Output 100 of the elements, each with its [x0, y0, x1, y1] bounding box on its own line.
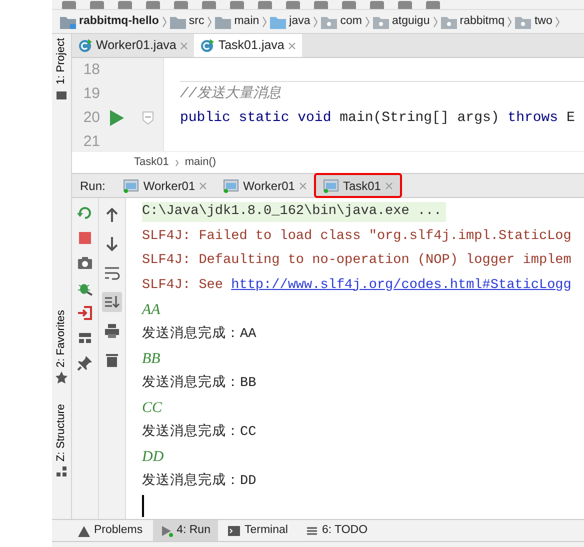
toolbar-icon[interactable] — [398, 1, 412, 9]
console-line: DD — [142, 448, 164, 467]
tool-window-button[interactable]: Z: Structure — [53, 404, 70, 478]
chevron-icon — [207, 16, 212, 28]
chevron-icon — [507, 16, 512, 28]
toolbar-icon[interactable] — [230, 1, 244, 9]
chevron-icon — [162, 16, 167, 28]
pin-icon[interactable] — [77, 355, 93, 371]
folder-icon — [373, 14, 389, 28]
chevron-icon — [313, 16, 318, 28]
console-link[interactable]: http://www.slf4j.org/codes.html#StaticLogg — [231, 278, 572, 293]
run-tab[interactable]: Worker01 — [115, 174, 216, 197]
toolbar-icon[interactable] — [202, 1, 216, 9]
fold-icon[interactable] — [142, 111, 154, 125]
tool-window-tab[interactable]: Problems — [70, 520, 151, 541]
toolbar-icon[interactable] — [370, 1, 384, 9]
soft-wrap-icon[interactable] — [104, 265, 120, 281]
terminal-icon — [228, 524, 240, 536]
console-line: 发送消息完成：BB — [142, 374, 256, 393]
todo-icon — [306, 524, 318, 536]
tool-window-tab[interactable]: 4: Run — [152, 520, 218, 541]
run-tab[interactable]: Worker01 — [215, 174, 315, 197]
line-number: 21 — [82, 132, 100, 151]
toolbar-icon[interactable] — [314, 1, 328, 9]
breadcrumb-item[interactable]: main — [234, 12, 260, 30]
editor-tab[interactable]: Worker01.java — [72, 34, 194, 57]
toolbar-icon[interactable] — [146, 1, 160, 9]
problems-icon — [78, 524, 90, 536]
print-icon[interactable] — [104, 323, 120, 339]
scroll-to-end-icon[interactable] — [104, 294, 120, 310]
toolbar-icon[interactable] — [342, 1, 356, 9]
run-icon[interactable] — [110, 110, 124, 126]
camera-icon[interactable] — [77, 255, 93, 271]
line-number: 19 — [82, 84, 100, 104]
breadcrumb-item[interactable]: Task01 — [134, 154, 169, 171]
console-line: 发送消息完成：DD — [142, 472, 256, 491]
rerun-icon[interactable] — [77, 205, 93, 221]
toolbar-icon[interactable] — [62, 1, 76, 9]
console-line: SLF4J: Failed to load class "org.slf4j.impl.StaticLog — [142, 228, 572, 246]
exit-icon[interactable] — [77, 305, 93, 321]
breadcrumb-item[interactable]: atguigu — [392, 12, 430, 30]
close-icon[interactable] — [180, 42, 188, 50]
chevron-icon — [555, 16, 560, 28]
run-icon — [160, 524, 173, 536]
breadcrumb-item[interactable]: rabbitmq-hello — [79, 12, 159, 30]
line-number: 18 — [82, 60, 100, 80]
breadcrumb-item[interactable]: main() — [184, 154, 216, 171]
close-icon[interactable] — [288, 42, 296, 50]
structure-icon — [56, 465, 68, 478]
breadcrumb-item[interactable]: java — [289, 12, 310, 30]
down-arrow-icon[interactable] — [104, 236, 120, 252]
chevron-icon — [174, 158, 179, 166]
console-line: SLF4J: See http://www.slf4j.org/codes.html#StaticLogg — [142, 276, 572, 295]
console-icon — [322, 178, 339, 192]
folder-icon — [515, 14, 532, 28]
close-icon[interactable] — [298, 182, 307, 190]
folder-icon — [60, 14, 76, 28]
toolbar-icon[interactable] — [426, 1, 440, 9]
run-label: Run: — [79, 178, 106, 194]
folder-icon — [170, 14, 186, 28]
tool-window-tab[interactable]: Terminal — [220, 520, 296, 541]
line-number: 20 — [82, 108, 100, 128]
breadcrumb-item[interactable]: src — [188, 12, 204, 30]
java-class-icon — [200, 38, 214, 52]
up-arrow-icon[interactable] — [104, 207, 120, 223]
breadcrumb-item[interactable]: rabbitmq — [460, 12, 504, 30]
folder-icon — [440, 14, 457, 28]
toolbar-icon[interactable] — [174, 1, 188, 9]
run-tab[interactable]: Task01 — [314, 174, 401, 197]
stop-icon[interactable] — [77, 230, 93, 246]
layout-icon[interactable] — [77, 330, 93, 346]
tool-window-button[interactable]: 1: Project — [53, 38, 70, 100]
code-line: //发送大量消息 — [180, 84, 281, 104]
toolbar-icon[interactable] — [286, 1, 300, 9]
trash-icon[interactable] — [104, 352, 120, 368]
console-icon — [123, 178, 140, 192]
toolbar-icon[interactable] — [258, 1, 272, 9]
close-icon[interactable] — [384, 182, 393, 190]
folder-icon — [270, 14, 286, 28]
console-line: CC — [142, 399, 162, 418]
editor-tab[interactable]: Task01.java — [194, 34, 302, 57]
tool-window-tab[interactable]: 6: TODO — [298, 520, 376, 541]
console-icon — [223, 178, 240, 192]
console-line: AA — [142, 301, 160, 320]
console-line: 发送消息完成：AA — [142, 324, 256, 344]
chevron-icon — [432, 16, 438, 28]
favorites-icon — [56, 372, 68, 384]
console-line: SLF4J: Defaulting to no-operation (NOP) logger implem — [142, 252, 572, 270]
breadcrumb-item[interactable]: two — [534, 12, 552, 30]
java-class-icon — [78, 38, 92, 52]
close-icon[interactable] — [199, 182, 208, 190]
chevron-icon — [365, 16, 370, 28]
toolbar-icon[interactable] — [90, 1, 104, 9]
console-line: 发送消息完成：CC — [142, 422, 256, 442]
toolbar-icon[interactable] — [118, 1, 132, 9]
tool-window-button[interactable]: 2: Favorites — [53, 310, 70, 384]
console-line: BB — [142, 350, 160, 369]
folder-icon — [215, 14, 232, 28]
breadcrumb-item[interactable]: com — [340, 12, 362, 30]
chevron-icon — [262, 16, 268, 28]
